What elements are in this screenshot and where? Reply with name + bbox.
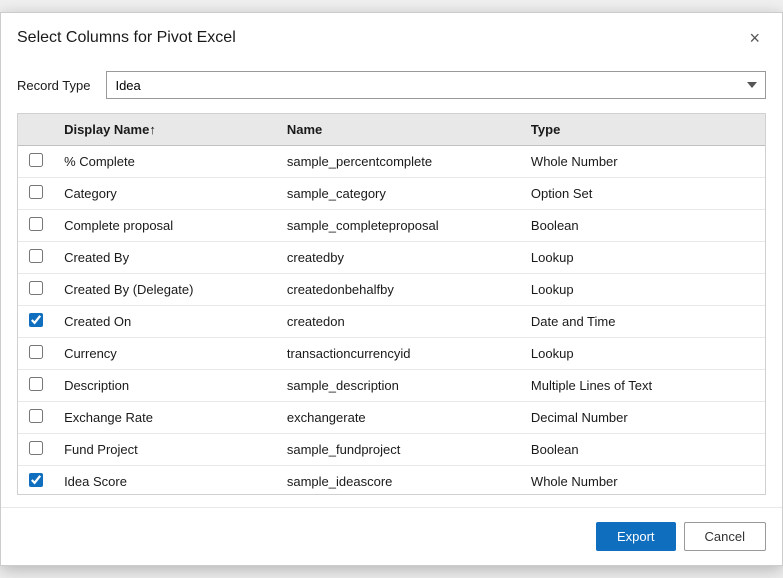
row-name: sample_description: [277, 370, 521, 402]
dialog-title: Select Columns for Pivot Excel: [17, 29, 236, 47]
col-type[interactable]: Type: [521, 114, 765, 146]
row-checkbox-cell: [18, 210, 54, 242]
dialog-body: Record Type Idea Display Name↑ Name Type: [1, 59, 782, 495]
cancel-button[interactable]: Cancel: [684, 522, 766, 551]
row-type: Boolean: [521, 210, 765, 242]
row-display-name: Fund Project: [54, 434, 277, 466]
table-row: CurrencytransactioncurrencyidLookup: [18, 338, 765, 370]
table-container: Display Name↑ Name Type % Completesample…: [17, 113, 766, 495]
row-checkbox-cell: [18, 178, 54, 210]
row-name: sample_fundproject: [277, 434, 521, 466]
row-name: sample_completeproposal: [277, 210, 521, 242]
row-checkbox-cell: [18, 402, 54, 434]
col-name[interactable]: Name: [277, 114, 521, 146]
row-name: sample_ideascore: [277, 466, 521, 495]
row-display-name: Description: [54, 370, 277, 402]
row-type: Whole Number: [521, 146, 765, 178]
row-checkbox[interactable]: [29, 377, 43, 391]
row-checkbox[interactable]: [29, 185, 43, 199]
row-display-name: Currency: [54, 338, 277, 370]
dialog-footer: Export Cancel: [1, 507, 782, 565]
row-checkbox-cell: [18, 274, 54, 306]
record-type-label: Record Type: [17, 78, 90, 93]
row-display-name: Created By: [54, 242, 277, 274]
table-row: Created By (Delegate)createdonbehalfbyLo…: [18, 274, 765, 306]
dialog-titlebar: Select Columns for Pivot Excel ×: [1, 13, 782, 59]
row-name: transactioncurrencyid: [277, 338, 521, 370]
row-checkbox-cell: [18, 338, 54, 370]
row-checkbox[interactable]: [29, 345, 43, 359]
record-type-row: Record Type Idea: [17, 71, 766, 99]
table-row: % Completesample_percentcompleteWhole Nu…: [18, 146, 765, 178]
row-checkbox[interactable]: [29, 249, 43, 263]
row-name: sample_category: [277, 178, 521, 210]
columns-table: Display Name↑ Name Type % Completesample…: [18, 114, 765, 494]
record-type-select[interactable]: Idea: [106, 71, 766, 99]
table-row: Fund Projectsample_fundprojectBoolean: [18, 434, 765, 466]
row-display-name: Exchange Rate: [54, 402, 277, 434]
row-checkbox[interactable]: [29, 281, 43, 295]
row-name: createdon: [277, 306, 521, 338]
row-name: createdby: [277, 242, 521, 274]
row-display-name: % Complete: [54, 146, 277, 178]
table-header: Display Name↑ Name Type: [18, 114, 765, 146]
row-checkbox-cell: [18, 370, 54, 402]
row-type: Lookup: [521, 242, 765, 274]
row-checkbox[interactable]: [29, 441, 43, 455]
row-name: sample_percentcomplete: [277, 146, 521, 178]
table-row: Complete proposalsample_completeproposal…: [18, 210, 765, 242]
row-checkbox-cell: [18, 306, 54, 338]
row-checkbox-cell: [18, 434, 54, 466]
dialog: Select Columns for Pivot Excel × Record …: [0, 12, 783, 566]
row-display-name: Category: [54, 178, 277, 210]
row-checkbox[interactable]: [29, 409, 43, 423]
row-display-name: Created On: [54, 306, 277, 338]
row-type: Date and Time: [521, 306, 765, 338]
row-display-name: Idea Score: [54, 466, 277, 495]
table-row: Descriptionsample_descriptionMultiple Li…: [18, 370, 765, 402]
row-type: Multiple Lines of Text: [521, 370, 765, 402]
row-type: Option Set: [521, 178, 765, 210]
row-checkbox-cell: [18, 466, 54, 495]
row-display-name: Complete proposal: [54, 210, 277, 242]
row-name: createdonbehalfby: [277, 274, 521, 306]
row-type: Boolean: [521, 434, 765, 466]
table-row: Created BycreatedbyLookup: [18, 242, 765, 274]
table-body: % Completesample_percentcompleteWhole Nu…: [18, 146, 765, 495]
table-row: Exchange RateexchangerateDecimal Number: [18, 402, 765, 434]
row-checkbox-cell: [18, 146, 54, 178]
table-row: Created OncreatedonDate and Time: [18, 306, 765, 338]
table-scroll[interactable]: Display Name↑ Name Type % Completesample…: [18, 114, 765, 494]
close-button[interactable]: ×: [743, 27, 766, 49]
row-type: Whole Number: [521, 466, 765, 495]
row-checkbox[interactable]: [29, 473, 43, 487]
row-checkbox-cell: [18, 242, 54, 274]
row-checkbox[interactable]: [29, 217, 43, 231]
col-display-name[interactable]: Display Name↑: [54, 114, 277, 146]
table-row: Idea Scoresample_ideascoreWhole Number: [18, 466, 765, 495]
row-checkbox[interactable]: [29, 313, 43, 327]
export-button[interactable]: Export: [596, 522, 676, 551]
row-type: Lookup: [521, 338, 765, 370]
row-type: Lookup: [521, 274, 765, 306]
row-display-name: Created By (Delegate): [54, 274, 277, 306]
col-checkbox: [18, 114, 54, 146]
table-row: Categorysample_categoryOption Set: [18, 178, 765, 210]
row-name: exchangerate: [277, 402, 521, 434]
row-checkbox[interactable]: [29, 153, 43, 167]
row-type: Decimal Number: [521, 402, 765, 434]
